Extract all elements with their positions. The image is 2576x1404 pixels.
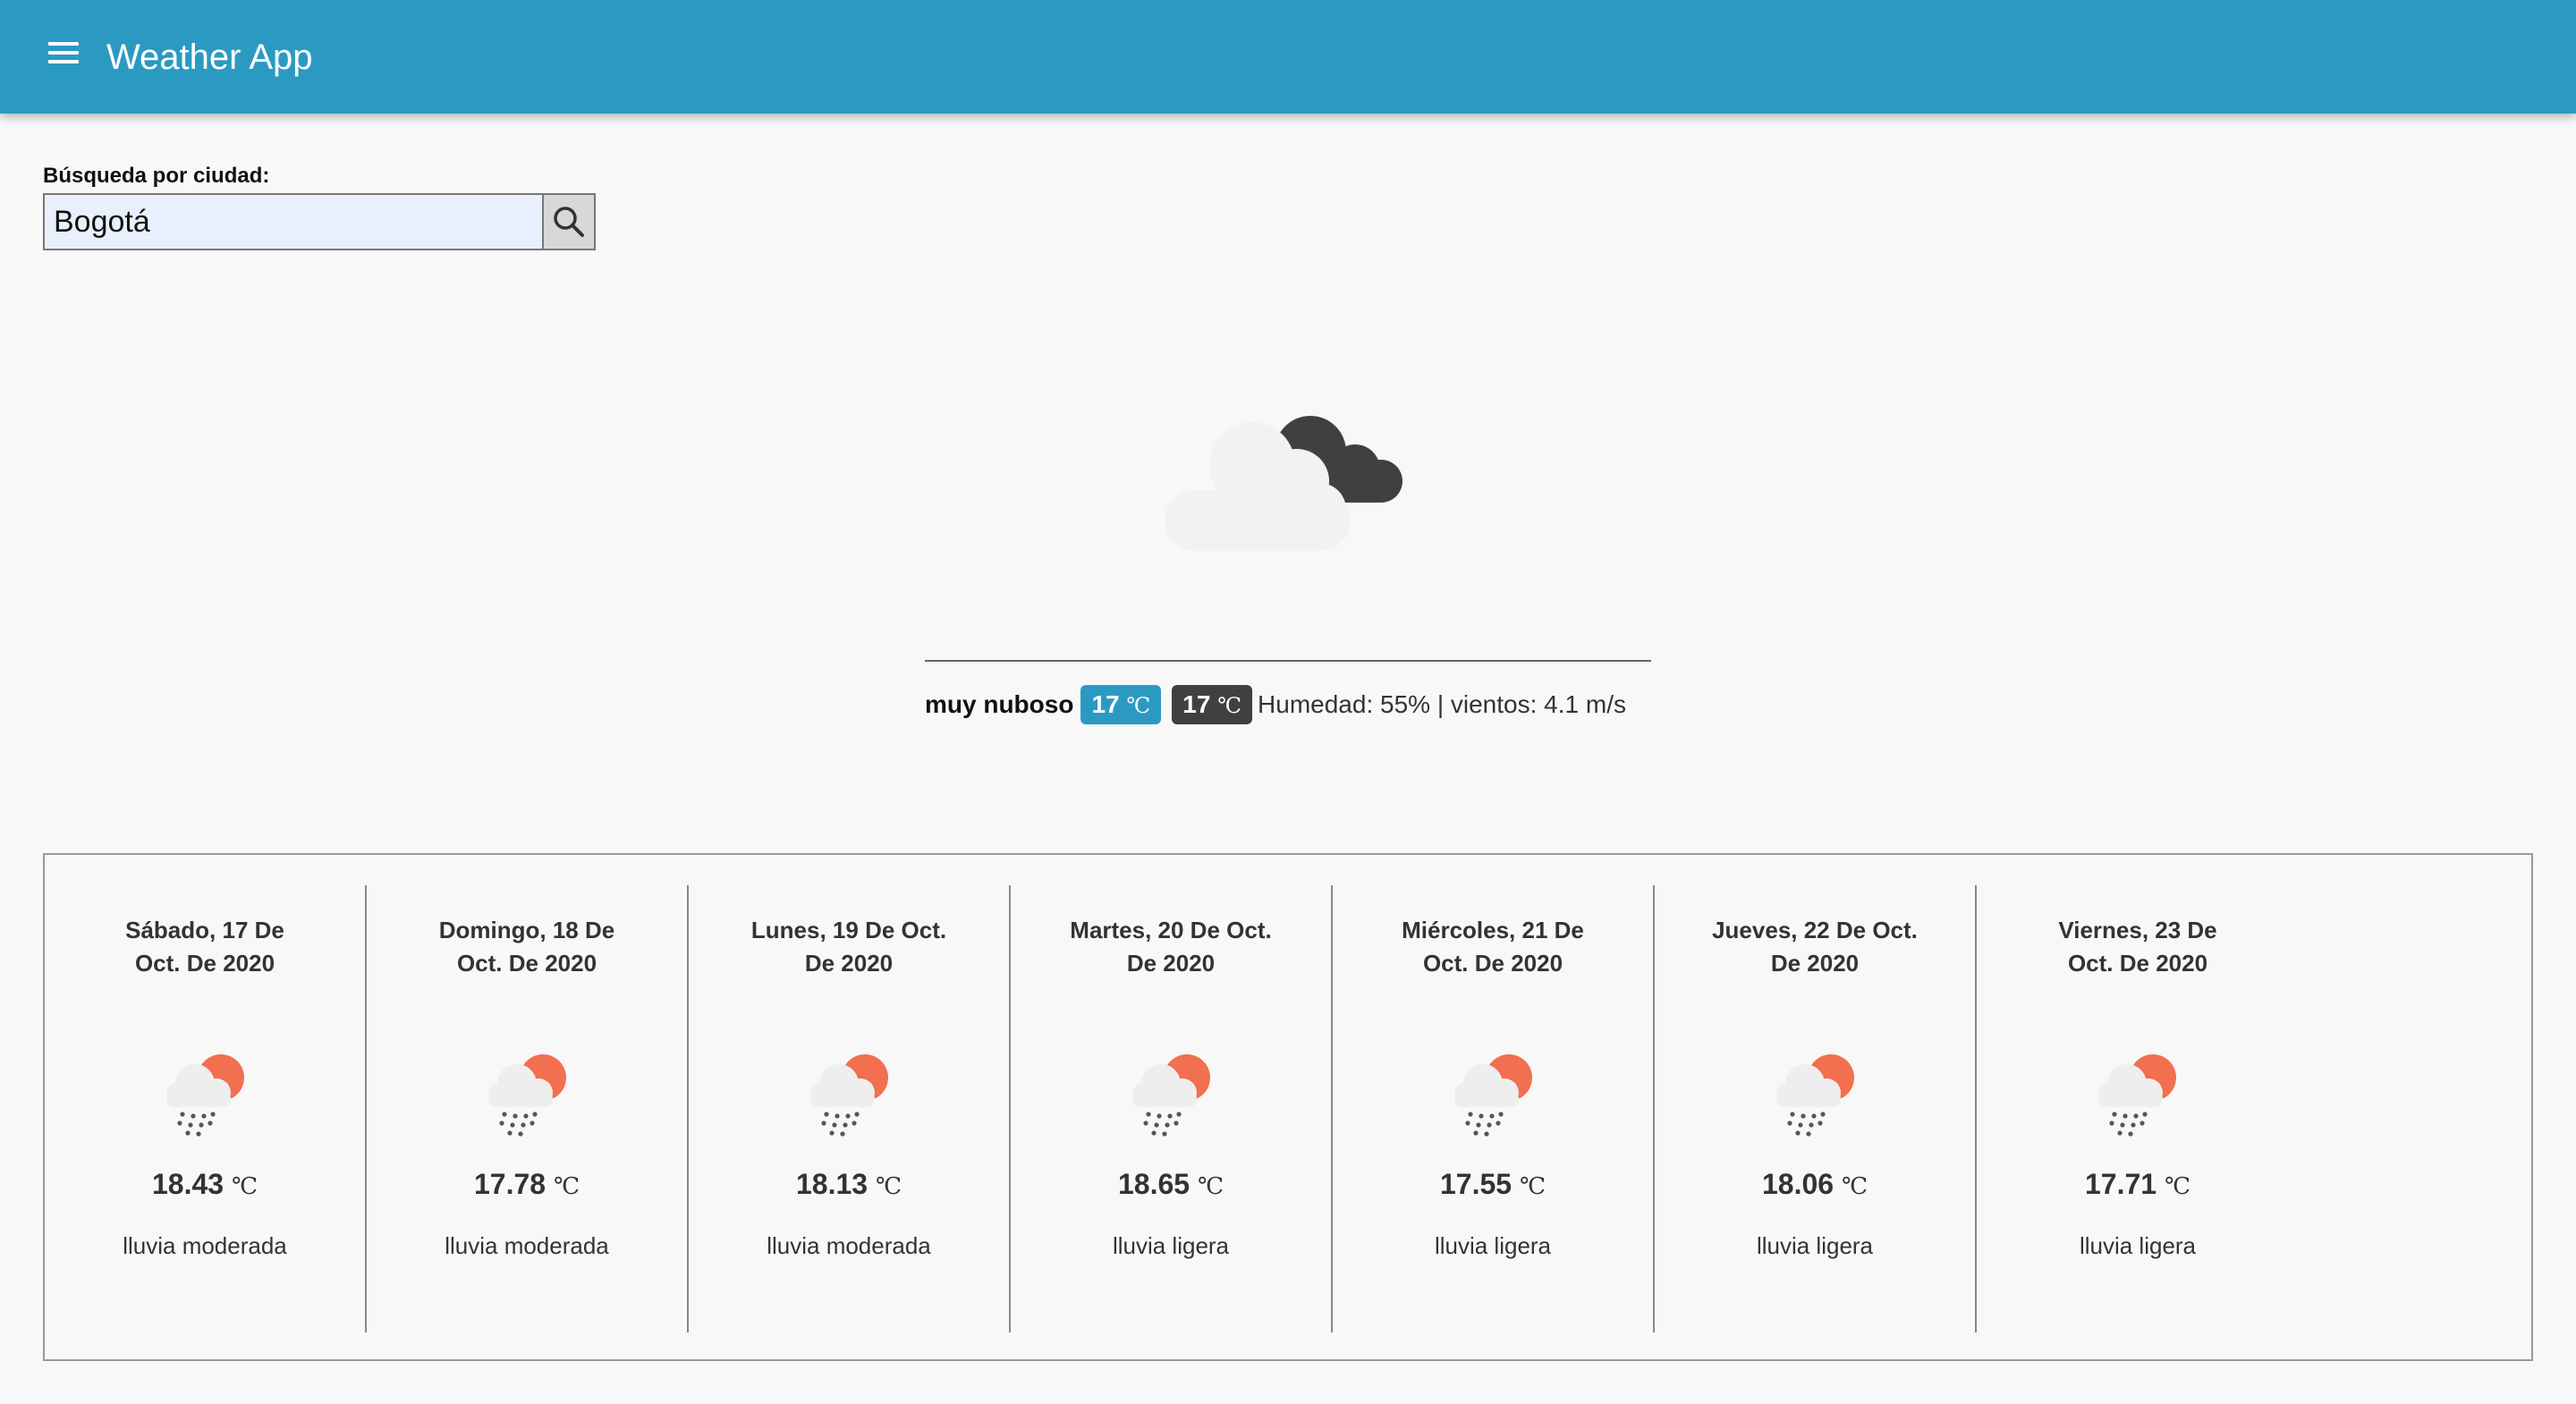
forecast-day: Martes, 20 De Oct. De 2020 18.65 ℃ lluvia… xyxy=(1011,885,1333,1332)
forecast-temp: 18.13 ℃ xyxy=(795,1168,902,1200)
forecast-date: Martes, 20 De Oct. De 2020 xyxy=(1070,917,1272,977)
forecast-description: lluvia ligera xyxy=(1756,1232,1874,1259)
hamburger-menu-icon[interactable] xyxy=(41,38,86,74)
forecast-day: Jueves, 22 De Oct. De 2020 18.06 ℃ lluvia… xyxy=(1655,885,1977,1332)
current-weather-summary: muy nuboso 17 ℃ 17 ℃ Humedad: 55% | vien… xyxy=(925,681,1626,728)
forecast-day: Viernes, 23 De Oct. De 2020 17.71 ℃ lluvi… xyxy=(1977,885,2299,1332)
forecast-description: lluvia ligera xyxy=(1434,1232,1552,1259)
forecast-panel: Sábado, 17 De Oct. De 2020 18.43 ℃ lluvia… xyxy=(43,853,2533,1361)
rain-sun-icon xyxy=(2084,1037,2191,1149)
search-button[interactable] xyxy=(542,195,594,249)
rain-sun-icon xyxy=(796,1037,903,1149)
search-label: Búsqueda por ciudad: xyxy=(43,164,270,188)
forecast-temp: 17.78 ℃ xyxy=(473,1168,580,1200)
app-bar: Weather App xyxy=(0,0,2576,114)
humidity-wind-text: Humedad: 55% | vientos: 4.1 m/s xyxy=(1258,690,1626,718)
forecast-temp: 18.65 ℃ xyxy=(1117,1168,1224,1200)
rain-sun-icon xyxy=(1440,1037,1547,1149)
forecast-temp: 18.06 ℃ xyxy=(1761,1168,1868,1200)
forecast-date: Viernes, 23 De Oct. De 2020 xyxy=(2058,917,2217,977)
forecast-date: Miércoles, 21 De Oct. De 2020 xyxy=(1402,917,1584,977)
temp-badge-primary: 17 ℃ xyxy=(1080,685,1162,724)
overcast-clouds-icon xyxy=(1154,385,1422,568)
city-search-input[interactable] xyxy=(45,195,542,249)
forecast-description: lluvia moderada xyxy=(767,1232,931,1259)
forecast-description: lluvia ligera xyxy=(2079,1232,2197,1259)
forecast-day: Miércoles, 21 De Oct. De 2020 17.55 ℃ llu… xyxy=(1333,885,1655,1332)
divider xyxy=(925,660,1651,662)
search-box xyxy=(43,193,596,250)
forecast-description: lluvia moderada xyxy=(123,1232,287,1259)
rain-sun-icon xyxy=(1762,1037,1869,1149)
forecast-temp: 17.55 ℃ xyxy=(1439,1168,1546,1200)
forecast-date: Domingo, 18 De Oct. De 2020 xyxy=(438,917,615,977)
forecast-date: Jueves, 22 De Oct. De 2020 xyxy=(1712,917,1918,977)
app-title: Weather App xyxy=(106,38,313,77)
forecast-temp: 17.71 ℃ xyxy=(2084,1168,2191,1200)
forecast-day: Sábado, 17 De Oct. De 2020 18.43 ℃ lluvia… xyxy=(45,885,367,1332)
forecast-temp: 18.43 ℃ xyxy=(151,1168,258,1200)
rain-sun-icon xyxy=(474,1037,581,1149)
rain-sun-icon xyxy=(1118,1037,1225,1149)
rain-sun-icon xyxy=(152,1037,259,1149)
forecast-day: Lunes, 19 De Oct. De 2020 18.13 ℃ lluvia … xyxy=(689,885,1011,1332)
forecast-date: Sábado, 17 De Oct. De 2020 xyxy=(125,917,284,977)
search-icon xyxy=(554,207,584,237)
forecast-description: lluvia moderada xyxy=(445,1232,609,1259)
forecast-date: Lunes, 19 De Oct. De 2020 xyxy=(750,917,947,977)
current-condition: muy nuboso xyxy=(925,690,1074,718)
forecast-day: Domingo, 18 De Oct. De 2020 17.78 ℃ lluvi… xyxy=(367,885,689,1332)
forecast-description: lluvia ligera xyxy=(1112,1232,1230,1259)
temp-badge-secondary: 17 ℃ xyxy=(1172,685,1253,724)
